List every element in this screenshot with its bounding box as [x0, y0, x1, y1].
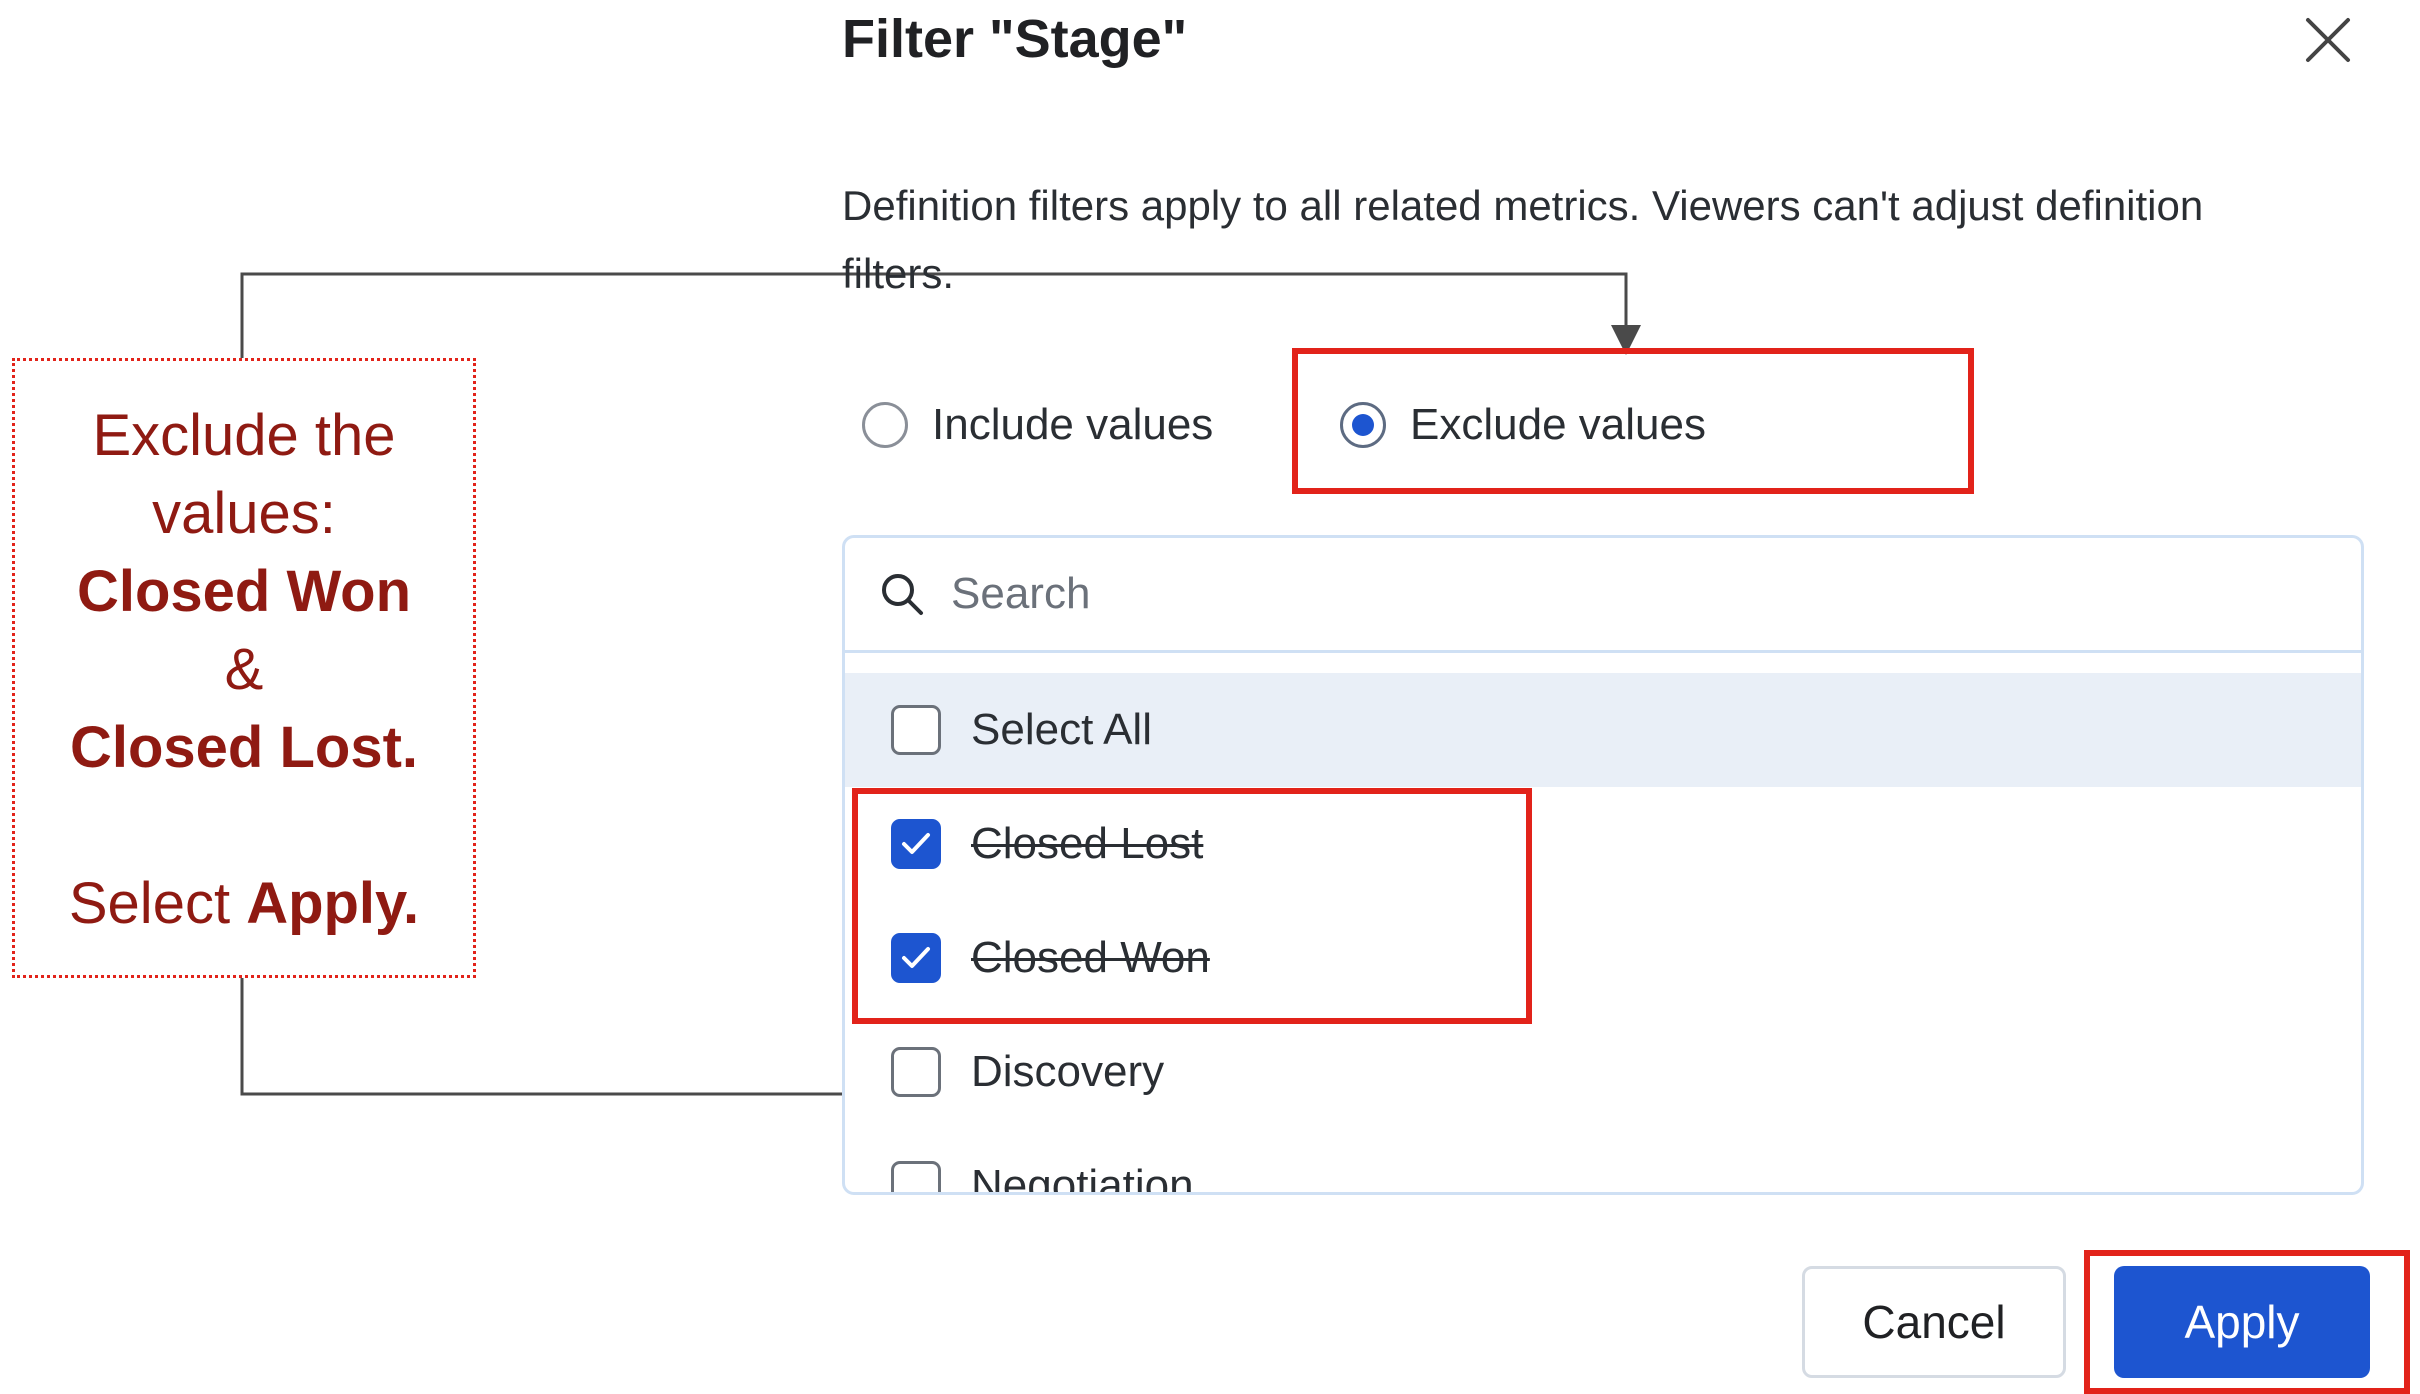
instruction-callout: Exclude the values: Closed Won & Closed …: [12, 358, 476, 978]
include-values-radio[interactable]: Include values: [862, 390, 1213, 460]
select-all-item[interactable]: Select All: [845, 673, 2361, 787]
search-icon: [882, 574, 923, 615]
search-row: [845, 538, 2361, 653]
exclude-highlight-box: [1292, 348, 1974, 494]
list-item-discovery[interactable]: Discovery: [845, 1015, 2361, 1129]
callout-line-3: Closed Won: [76, 559, 412, 624]
checked-items-highlight-box: [852, 788, 1532, 1024]
dialog-description: Definition filters apply to all related …: [842, 182, 2204, 297]
callout-line-2: values:: [152, 481, 336, 546]
callout-spacer: [15, 787, 473, 865]
search-input[interactable]: [949, 568, 2253, 620]
select-all-checkbox[interactable]: [891, 705, 941, 755]
close-button[interactable]: [2296, 8, 2360, 72]
discovery-label: Discovery: [971, 1047, 1165, 1096]
close-icon: [2306, 18, 2350, 62]
discovery-checkbox[interactable]: [891, 1047, 941, 1097]
apply-highlight-box: [2084, 1250, 2410, 1394]
callout-line-4: &: [224, 637, 264, 702]
include-values-label: Include values: [932, 400, 1214, 449]
callout-select-text: Select: [68, 871, 247, 936]
dialog-title: Filter "Stage": [842, 9, 1188, 69]
callout-line-5: Closed Lost.: [69, 715, 419, 780]
list-item-negotiation[interactable]: Negotiation: [845, 1129, 2361, 1195]
cancel-button[interactable]: Cancel: [1802, 1266, 2066, 1378]
include-radio-circle[interactable]: [862, 402, 908, 448]
callout-apply-text: Apply.: [246, 871, 420, 936]
negotiation-label: Negotiation: [971, 1161, 1194, 1195]
select-all-label: Select All: [971, 705, 1152, 754]
negotiation-checkbox[interactable]: [891, 1161, 941, 1192]
callout-line-6: Select Apply.: [15, 865, 473, 943]
callout-line-1: Exclude the: [92, 403, 396, 468]
